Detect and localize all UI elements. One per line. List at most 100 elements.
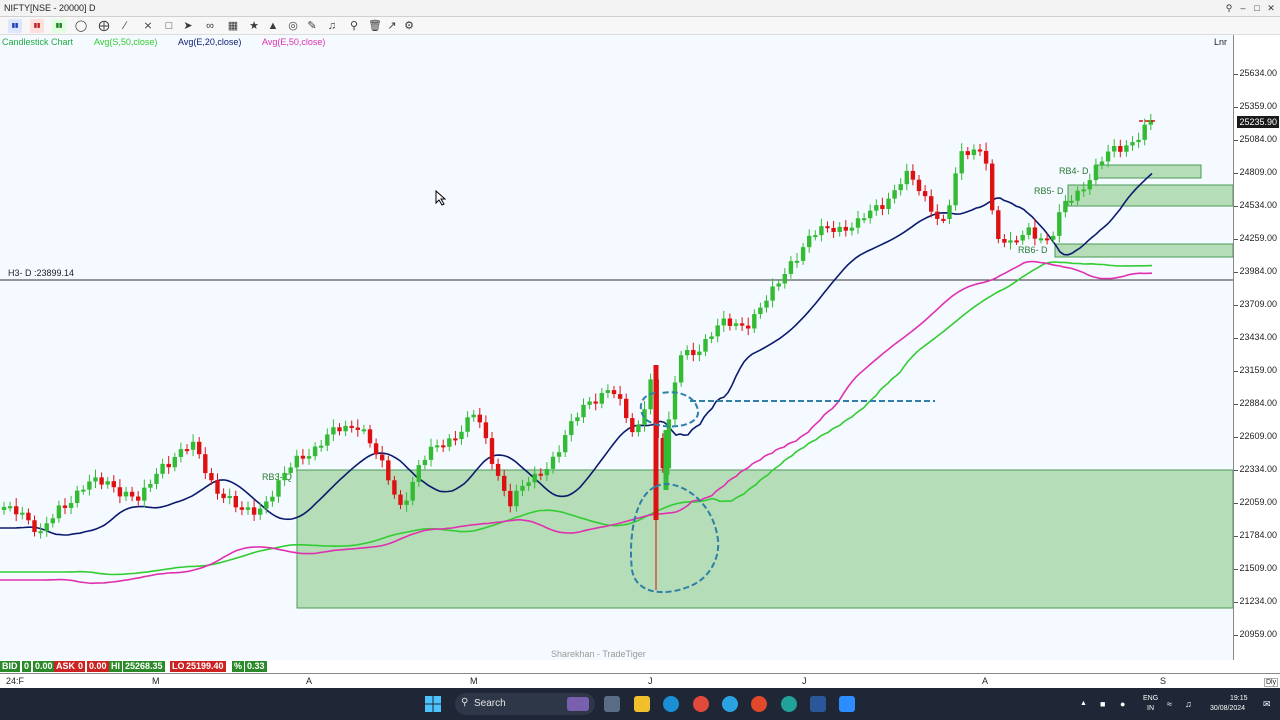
indicator-label[interactable]: Avg(E,50,close)	[262, 37, 325, 47]
chart-plot-area[interactable]: H3- D :23899.14 RB3- Q RB4- D RB5- D RB6- D…	[0, 35, 1233, 660]
windows-start-icon[interactable]	[425, 696, 441, 712]
price-axis-label: 24259.00	[1239, 233, 1277, 243]
edge-browser-icon[interactable]	[663, 696, 679, 712]
restore-icon[interactable]: □	[1251, 2, 1263, 14]
indicator-label[interactable]: Avg(S,50,close)	[94, 37, 157, 47]
pencil-icon[interactable]: ✎	[305, 19, 319, 33]
candle-body	[874, 205, 879, 211]
cursor-tool-icon[interactable]: ➤	[181, 19, 195, 33]
candle-body	[880, 205, 885, 209]
candle-body	[1051, 235, 1056, 240]
price-axis-tick	[1234, 206, 1238, 207]
compare-icon[interactable]: ◎	[286, 19, 300, 33]
notification-icon[interactable]: ✉	[1263, 699, 1271, 710]
favorite-icon[interactable]: ★	[247, 19, 261, 33]
candle-body	[605, 390, 611, 393]
candle-body	[1026, 227, 1031, 236]
candle-body	[788, 261, 794, 274]
task-view-icon[interactable]	[604, 696, 620, 712]
chart-line-icon[interactable]: ↗	[385, 19, 399, 33]
drawing-tools-icon[interactable]: ⨯	[141, 19, 155, 33]
browser-app-icon[interactable]	[781, 696, 797, 712]
chart-watermark: Sharekhan - TradeTiger	[551, 649, 646, 659]
telegram-icon[interactable]	[722, 696, 738, 712]
zone-label: RB5- D	[1034, 186, 1064, 196]
minimize-icon[interactable]: –	[1237, 2, 1249, 14]
candle-body	[520, 485, 525, 491]
windows-taskbar: ⚲ Search ▲ ■ ● ENG IN ≈ ♫ 19:15 30/08/20…	[0, 688, 1280, 720]
link-icon[interactable]: ∞	[203, 19, 217, 33]
candle-body	[26, 512, 31, 521]
candle-body	[965, 151, 970, 156]
indicator-label[interactable]: Candlestick Chart	[2, 37, 73, 47]
volume-icon[interactable]: ♫	[1185, 699, 1192, 709]
crosshair-icon[interactable]: ⨁	[97, 19, 111, 33]
search-highlight-icon	[567, 697, 589, 711]
language-label[interactable]: ENG	[1143, 695, 1158, 702]
periodicity-label[interactable]: Dly	[1264, 678, 1279, 687]
candle-body	[947, 205, 952, 219]
zoom-app-icon[interactable]	[839, 696, 855, 712]
tradetiger-icon[interactable]	[751, 696, 767, 712]
alert-icon[interactable]: ♫	[325, 19, 339, 33]
candle-body	[898, 184, 903, 191]
intraday-chart-icon[interactable]: ▮▮	[8, 19, 22, 33]
search-window-icon[interactable]: ⚲	[1223, 2, 1235, 14]
time-axis[interactable]: Dly 24:F M A M J J A S	[0, 673, 1280, 687]
template-icon[interactable]: ▦	[226, 19, 240, 33]
scale-mode-label[interactable]: Lnr	[1214, 37, 1227, 47]
candle-body	[794, 260, 800, 263]
tick-chart-icon[interactable]: ▮▮	[52, 19, 66, 33]
candlestick-chart[interactable]: H3- D :23899.14 RB3- QRB4- DRB5- DRB6- D…	[0, 35, 1233, 660]
candle-body	[1032, 227, 1038, 239]
daily-chart-icon[interactable]: ▮▮	[30, 19, 44, 33]
indicator-label[interactable]: Avg(E,20,close)	[178, 37, 241, 47]
clock-time[interactable]: 19:15	[1230, 695, 1248, 702]
tray-chevron-icon[interactable]: ▲	[1080, 700, 1087, 707]
zoom-icon[interactable]: ⚲	[347, 19, 361, 33]
demand-zones	[296, 164, 1233, 609]
candle-body	[819, 226, 824, 236]
clock-date[interactable]: 30/08/2024	[1210, 705, 1245, 712]
candle-body	[892, 190, 897, 199]
time-axis-label: A	[306, 676, 313, 686]
candle-body	[434, 445, 440, 448]
candle-body	[306, 456, 312, 459]
candle-body	[148, 483, 153, 488]
gear-icon[interactable]: ⚙	[402, 19, 416, 33]
tray-app-icon[interactable]: ■	[1100, 699, 1105, 709]
close-icon[interactable]: ✕	[1265, 2, 1277, 14]
region-label[interactable]: IN	[1147, 705, 1154, 712]
candle-body	[136, 496, 141, 501]
indicator-icon[interactable]: ▲	[266, 19, 280, 33]
wifi-icon[interactable]: ≈	[1167, 699, 1172, 709]
candle-body	[373, 443, 379, 455]
candle-body	[245, 507, 251, 510]
candle-body	[910, 170, 916, 180]
price-axis-tick	[1234, 437, 1238, 438]
price-axis-tick	[1234, 404, 1238, 405]
tray-mic-icon[interactable]: ●	[1120, 699, 1125, 709]
taskbar-search-box[interactable]: ⚲ Search	[455, 693, 595, 715]
chart-type-icon[interactable]: ◯	[74, 19, 88, 33]
candle-body	[1093, 164, 1099, 181]
candle-body	[172, 456, 177, 468]
candle-body	[581, 404, 586, 418]
candle-body	[50, 518, 55, 524]
candle-body	[800, 247, 806, 261]
candle-body	[544, 468, 550, 476]
delete-icon[interactable]: 🗑	[368, 19, 382, 33]
rectangle-tool-icon[interactable]: □	[162, 19, 176, 33]
candle-body	[663, 430, 669, 490]
word-icon[interactable]	[810, 696, 826, 712]
trendline-icon[interactable]: ∕	[118, 19, 132, 33]
chrome-browser-icon[interactable]	[693, 696, 709, 712]
price-axis-label: 23984.00	[1239, 266, 1277, 276]
candle-body	[14, 506, 19, 515]
percent-value: 0.33	[245, 661, 267, 672]
price-axis[interactable]: 25235.90 25634.00 25359.00 25084.00 24809.0…	[1233, 35, 1280, 660]
file-explorer-icon[interactable]	[634, 696, 650, 712]
candle-body	[983, 150, 989, 164]
candle-body	[349, 425, 354, 428]
candle-body	[1, 506, 7, 510]
